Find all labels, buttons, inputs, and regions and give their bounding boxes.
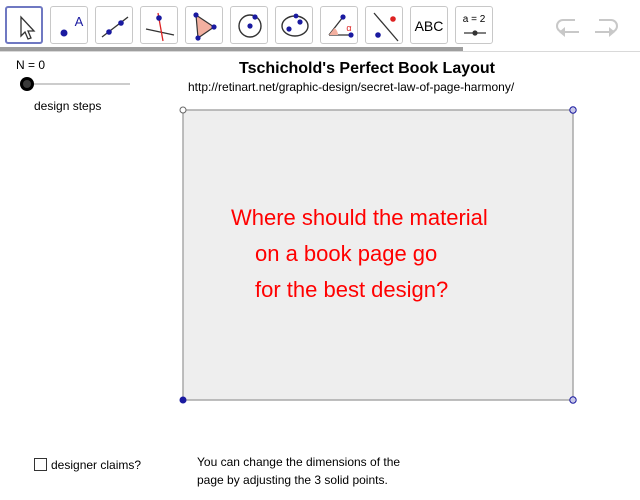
slider-caption: design steps [34, 99, 102, 113]
point-tool-button[interactable]: A [50, 6, 88, 44]
angle-label: α [346, 23, 352, 33]
instruction-line-2: page by adjusting the 3 solid points. [197, 473, 388, 487]
slider-tool-button[interactable]: a = 2 [455, 6, 493, 44]
perpendicular-line-icon [145, 12, 175, 42]
designer-claims-label: designer claims? [51, 458, 142, 472]
corner-point-bottom-left[interactable] [179, 396, 187, 404]
corner-point-top-left [179, 106, 187, 114]
design-steps-slider[interactable] [14, 74, 134, 94]
undo-icon[interactable] [553, 12, 583, 38]
move-arrow-icon [20, 15, 36, 40]
ellipse-icon [281, 13, 309, 37]
instruction-line-1: You can change the dimensions of the [197, 455, 401, 469]
question-line-1: Where should the material [231, 205, 488, 230]
slider-tool-icon [464, 30, 486, 36]
slider-value-label: N = 0 [16, 58, 46, 72]
reflect-tool-button[interactable] [365, 6, 403, 44]
circle-tool-button[interactable] [230, 6, 268, 44]
perpendicular-tool-button[interactable] [140, 6, 178, 44]
polygon-icon [193, 12, 217, 41]
reflect-icon [373, 12, 399, 42]
toolbar: A α ABC a = 2 [0, 0, 640, 52]
question-line-2: on a book page go [255, 241, 438, 266]
ellipse-tool-button[interactable] [275, 6, 313, 44]
redo-icon[interactable] [591, 12, 621, 38]
toolbar-divider [0, 51, 640, 52]
source-url: http://retinart.net/graphic-design/secre… [188, 80, 515, 94]
angle-tool-button[interactable]: α [320, 6, 358, 44]
circle-center-icon [238, 14, 262, 38]
page-title: Tschichold's Perfect Book Layout [239, 60, 495, 77]
instruction-note: You can change the dimensions of the pag… [197, 453, 400, 489]
question-line-3: for the best design? [255, 277, 449, 302]
line-tool-button[interactable] [95, 6, 133, 44]
corner-point-bottom-right[interactable] [569, 396, 577, 404]
line-icon [101, 16, 129, 38]
move-tool-button[interactable] [5, 6, 43, 44]
corner-point-top-right[interactable] [569, 106, 577, 114]
point-label: A [74, 14, 84, 29]
designer-claims-checkbox[interactable] [34, 458, 47, 471]
text-tool-button[interactable]: ABC [410, 6, 448, 44]
polygon-tool-button[interactable] [185, 6, 223, 44]
text-tool-icon: ABC [414, 18, 444, 34]
